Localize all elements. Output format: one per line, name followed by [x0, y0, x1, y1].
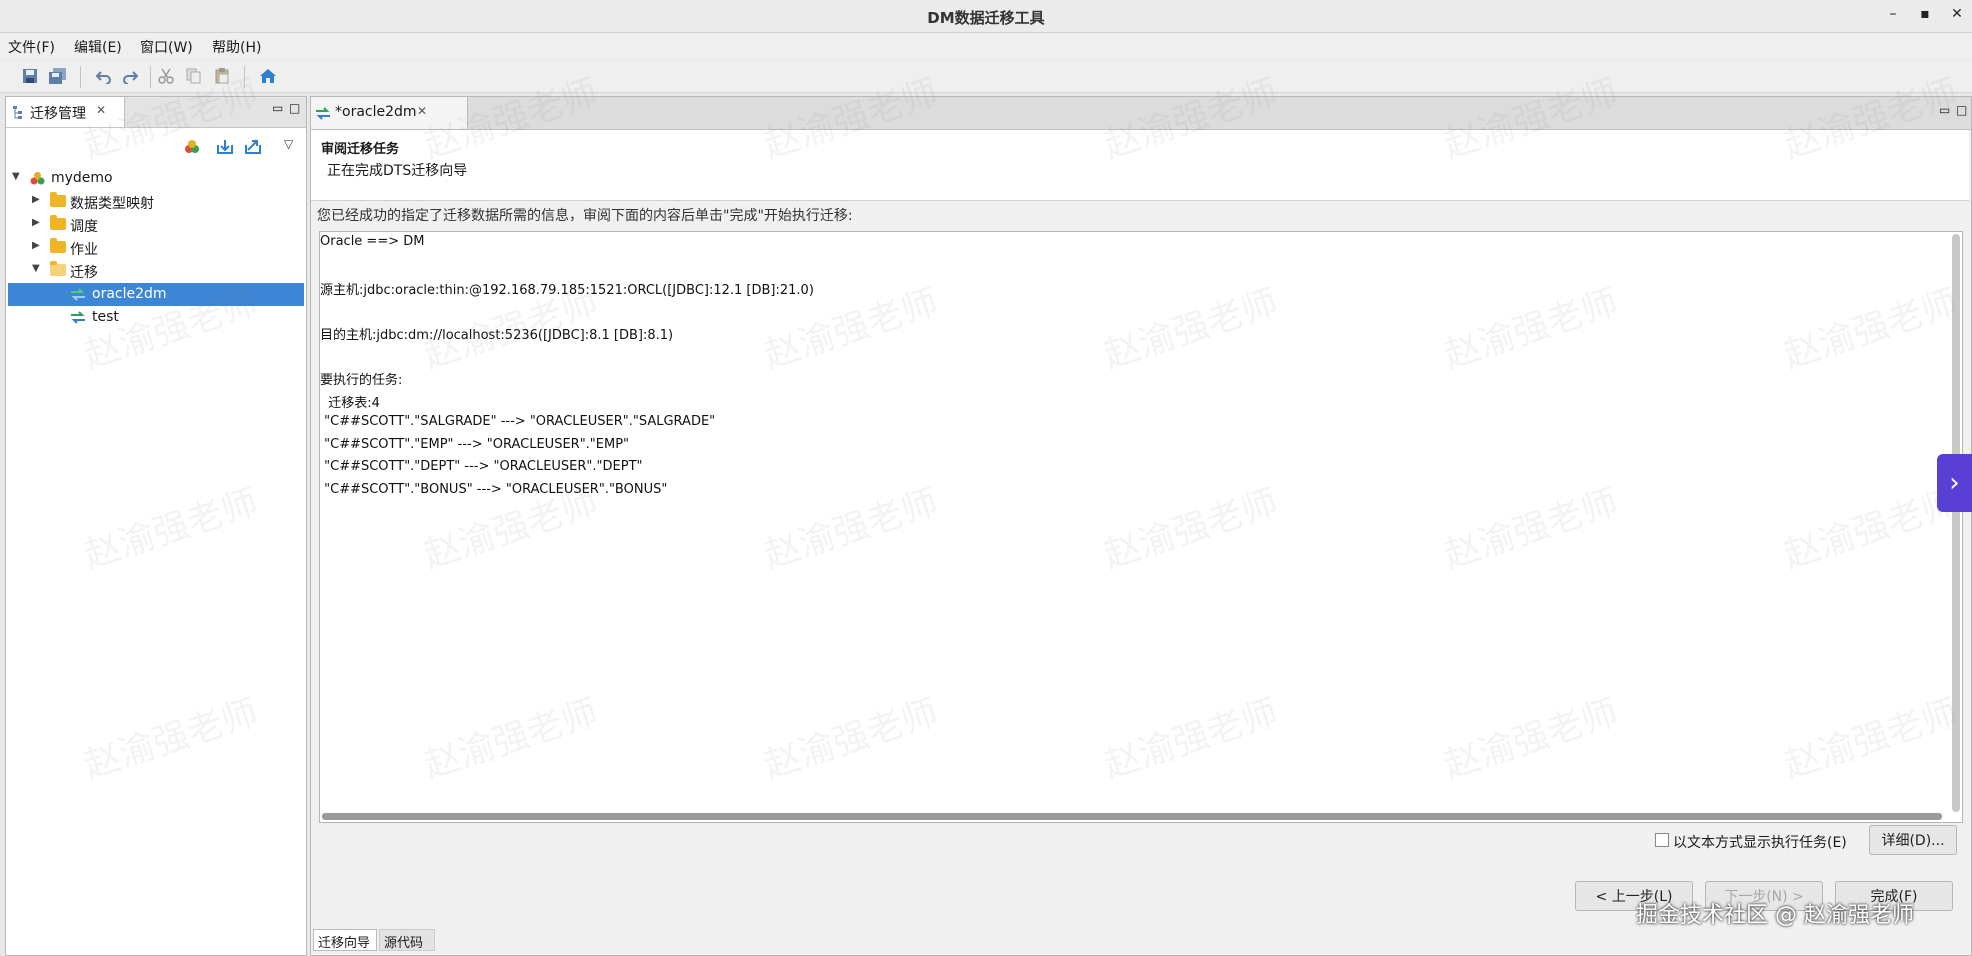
folder-open-icon: [50, 261, 66, 276]
undo-icon[interactable]: [94, 66, 114, 86]
window-title: DM数据迁移工具: [927, 9, 1045, 27]
tree-item-test[interactable]: test: [6, 306, 306, 329]
editor-tab-strip: [311, 97, 1971, 130]
credit-overlay: 掘金技术社区 @ 赵渝强老师: [1636, 903, 1914, 928]
toolbar-separator: [244, 66, 245, 88]
migration-manager-panel: 迁移管理 ✕ ▭ □ ▽ ▼ mydemo ▶ 数据类型映射 ▶ 调度 ▶ 作业…: [5, 96, 307, 956]
close-tab-icon[interactable]: ✕: [417, 104, 427, 118]
expanded-arrow-icon[interactable]: ▼: [32, 263, 40, 274]
summary-line: Oracle ==> DM: [320, 234, 425, 249]
tree-item-label: oracle2dm: [92, 286, 167, 302]
tree-item-mydemo[interactable]: ▼ mydemo: [6, 167, 306, 190]
home-icon[interactable]: [258, 66, 278, 86]
chevron-right-icon: ›: [1949, 468, 1960, 498]
horizontal-scrollbar[interactable]: [322, 813, 1942, 820]
maximize-editor-icon[interactable]: □: [1956, 103, 1967, 117]
wizard-header: 审阅迁移任务 正在完成DTS迁移向导: [311, 130, 1969, 201]
summary-line: 要执行的任务:: [320, 373, 403, 388]
folder-icon: [50, 238, 66, 253]
wizard-title: 审阅迁移任务: [321, 142, 400, 157]
maximize-button[interactable]: ▪: [1914, 6, 1936, 22]
instruction-text: 您已经成功的指定了迁移数据所需的信息，审阅下面的内容后单击"完成"开始执行迁移:: [317, 208, 853, 224]
menu-help[interactable]: 帮助(H): [212, 37, 261, 57]
summary-line: "C##SCOTT"."BONUS" ---> "ORACLEUSER"."BO…: [320, 482, 668, 497]
save-all-icon[interactable]: [48, 66, 68, 86]
expanded-arrow-icon[interactable]: ▼: [12, 171, 20, 182]
tree-item-label: 调度: [70, 219, 98, 235]
tree-item-label: 迁移: [70, 265, 98, 281]
new-project-icon[interactable]: [184, 139, 200, 159]
copy-icon[interactable]: [184, 66, 204, 86]
editor-area: *oracle2dm ✕ ▭ □ 审阅迁移任务 正在完成DTS迁移向导 您已经成…: [310, 96, 1972, 956]
summary-line: 迁移表:4: [320, 396, 380, 411]
tab-migration-manager[interactable]: 迁移管理 ✕: [6, 97, 125, 127]
minimize-button[interactable]: –: [1882, 6, 1904, 22]
migration-icon: [71, 288, 85, 301]
editor-tab-label: *oracle2dm: [335, 104, 417, 120]
tree-item-label: 作业: [70, 242, 98, 258]
tree-item-migration[interactable]: ▼ 迁移: [6, 259, 306, 282]
task-summary-text[interactable]: Oracle ==> DM 源主机:jdbc:oracle:thin:@192.…: [319, 231, 1963, 823]
panel-tab-label: 迁移管理: [30, 106, 86, 122]
summary-line: "C##SCOTT"."SALGRADE" ---> "ORACLEUSER".…: [320, 414, 716, 429]
project-icon: [30, 172, 45, 185]
close-tab-icon[interactable]: ✕: [96, 103, 106, 117]
import-icon[interactable]: [216, 139, 234, 159]
vertical-scrollbar[interactable]: [1952, 234, 1960, 812]
toolbar-separator: [150, 66, 151, 88]
wizard-subtitle: 正在完成DTS迁移向导: [327, 163, 468, 179]
summary-line: "C##SCOTT"."EMP" ---> "ORACLEUSER"."EMP": [320, 437, 630, 452]
folder-icon: [50, 215, 66, 230]
minimize-panel-icon[interactable]: ▭: [272, 101, 283, 115]
menu-bar: 文件(F) 编辑(E) 窗口(W) 帮助(H): [0, 33, 1972, 59]
summary-line: 源主机:jdbc:oracle:thin:@192.168.79.185:152…: [320, 283, 814, 298]
migration-icon: [316, 107, 330, 120]
cut-icon[interactable]: [156, 66, 176, 86]
menu-edit[interactable]: 编辑(E): [74, 37, 122, 57]
summary-line: "C##SCOTT"."DEPT" ---> "ORACLEUSER"."DEP…: [320, 459, 643, 474]
collapsed-arrow-icon[interactable]: ▶: [32, 217, 40, 228]
maximize-panel-icon[interactable]: □: [289, 101, 300, 115]
paste-icon[interactable]: [212, 66, 232, 86]
view-menu-icon[interactable]: ▽: [284, 137, 293, 151]
collapsed-arrow-icon[interactable]: ▶: [32, 240, 40, 251]
folder-icon: [50, 192, 66, 207]
close-button[interactable]: ✕: [1946, 6, 1968, 22]
save-icon[interactable]: [20, 66, 40, 86]
menu-file[interactable]: 文件(F): [8, 37, 55, 57]
tab-source-code[interactable]: 源代码: [379, 929, 435, 951]
text-mode-checkbox-label: 以文本方式显示执行任务(E): [1673, 835, 1847, 851]
tree-item-schedule[interactable]: ▶ 调度: [6, 213, 306, 236]
export-icon[interactable]: [244, 139, 262, 159]
tree-item-label: 数据类型映射: [70, 196, 154, 212]
details-button[interactable]: 详细(D)...: [1869, 825, 1957, 855]
minimize-editor-icon[interactable]: ▭: [1939, 103, 1950, 117]
tree-item-jobs[interactable]: ▶ 作业: [6, 236, 306, 259]
tree-item-label: mydemo: [51, 170, 113, 186]
tree-item-oracle2dm[interactable]: oracle2dm: [8, 283, 304, 306]
toolbar-separator: [80, 66, 81, 88]
redo-icon[interactable]: [120, 66, 140, 86]
menu-window[interactable]: 窗口(W): [140, 37, 193, 57]
tab-migration-wizard[interactable]: 迁移向导: [313, 929, 377, 951]
toolbar: [0, 60, 1972, 93]
text-mode-checkbox[interactable]: [1655, 833, 1669, 847]
tree-view-icon: [13, 106, 22, 119]
tree-item-datatype-mapping[interactable]: ▶ 数据类型映射: [6, 190, 306, 213]
tab-oracle2dm[interactable]: *oracle2dm ✕: [311, 97, 468, 129]
side-expand-button[interactable]: ›: [1937, 454, 1972, 512]
migration-icon: [71, 311, 85, 324]
title-bar: DM数据迁移工具 – ▪ ✕: [0, 0, 1972, 33]
tree-item-label: test: [92, 309, 119, 325]
collapsed-arrow-icon[interactable]: ▶: [32, 194, 40, 205]
summary-line: 目的主机:jdbc:dm://localhost:5236([JDBC]:8.1…: [320, 328, 674, 343]
